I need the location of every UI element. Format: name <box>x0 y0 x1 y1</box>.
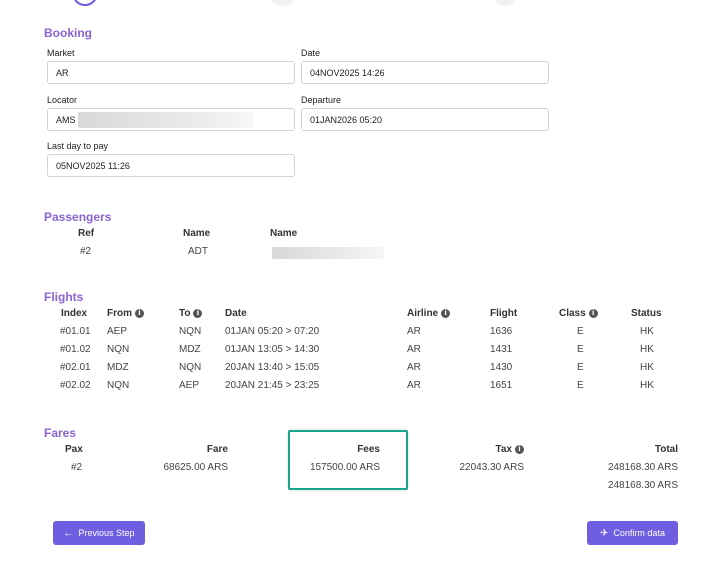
flights-index-header: Index <box>61 308 88 319</box>
info-icon[interactable]: i <box>193 308 203 318</box>
flights-from-header-label: From <box>107 308 132 319</box>
redacted-passenger-name <box>272 247 384 259</box>
flight-date: 20JAN 13:40 > 15:05 <box>225 362 320 373</box>
fare-pax: #2 <box>71 462 83 473</box>
fare-amount: 68625.00 ARS <box>163 462 229 473</box>
flights-date-header: Date <box>225 308 247 319</box>
plane-confirm-icon: ✈ <box>600 527 609 539</box>
fares-title: Fares <box>44 426 77 440</box>
fares-tax-header: Tax i <box>424 444 524 455</box>
info-icon[interactable]: i <box>588 308 598 318</box>
fares-total-header: Total <box>654 444 678 455</box>
flight-airline: AR <box>407 380 421 391</box>
flight-index: #02.01 <box>60 362 91 373</box>
date-field[interactable]: 04NOV2025 14:26 <box>301 61 549 84</box>
locator-value: AMS <box>56 114 76 125</box>
locator-label: Locator <box>47 95 78 105</box>
info-icon[interactable]: i <box>135 308 144 318</box>
confirm-data-button[interactable]: ✈ Confirm data <box>587 521 678 545</box>
flight-class: E <box>577 380 584 391</box>
step-indicator-2 <box>270 0 296 6</box>
step-indicator-3 <box>492 0 518 6</box>
passenger-ref-header: Ref <box>78 228 95 239</box>
flight-to: AEP <box>179 380 200 391</box>
flight-index: #01.01 <box>60 326 91 337</box>
date-label: Date <box>301 48 321 58</box>
tax-amount: 22043.30 ARS <box>459 462 525 473</box>
flights-airline-header: Airline i <box>407 308 451 319</box>
departure-field[interactable]: 01JAN2026 05:20 <box>301 108 549 131</box>
flight-airline: AR <box>407 362 421 373</box>
passenger-type: ADT <box>188 246 208 257</box>
flight-index: #02.02 <box>60 380 91 391</box>
flight-status: HK <box>640 344 654 355</box>
flight-date: 01JAN 05:20 > 07:20 <box>225 326 320 337</box>
fares-fare-header: Fare <box>206 444 228 455</box>
locator-field[interactable]: AMS <box>47 108 295 131</box>
flight-from: NQN <box>107 344 130 355</box>
booking-title: Booking <box>44 26 92 40</box>
previous-step-label: Previous Step <box>78 528 135 538</box>
flight-class: E <box>577 326 584 337</box>
passenger-name-header: Name <box>270 228 298 239</box>
flights-airline-header-label: Airline <box>407 308 439 319</box>
flight-number: 1430 <box>490 362 513 373</box>
flight-airline: AR <box>407 326 421 337</box>
flight-from: MDZ <box>107 362 129 373</box>
market-value: AR <box>56 67 69 78</box>
flight-number: 1651 <box>490 380 513 391</box>
flights-to-header: To i <box>179 308 203 319</box>
passenger-ref: #2 <box>80 246 92 257</box>
info-icon[interactable]: i <box>441 308 451 318</box>
flight-to: NQN <box>179 362 202 373</box>
flight-class: E <box>577 362 584 373</box>
last-day-value: 05NOV2025 11:26 <box>56 160 130 171</box>
flight-number: 1431 <box>490 344 513 355</box>
flights-status-header: Status <box>631 308 662 319</box>
date-value: 04NOV2025 14:26 <box>310 67 385 78</box>
last-day-field[interactable]: 05NOV2025 11:26 <box>47 154 295 177</box>
flights-class-header: Class i <box>559 308 598 319</box>
flights-class-header-label: Class <box>559 308 586 319</box>
passenger-type-header: Name <box>183 228 211 239</box>
flight-date: 20JAN 21:45 > 23:25 <box>225 380 320 391</box>
last-day-label: Last day to pay <box>47 141 109 151</box>
fares-tax-header-label: Tax <box>495 444 513 455</box>
flight-date: 01JAN 13:05 > 14:30 <box>225 344 320 355</box>
flight-status: HK <box>640 380 654 391</box>
flight-status: HK <box>640 326 654 337</box>
flight-index: #01.02 <box>60 344 91 355</box>
previous-step-button[interactable]: ← Previous Step <box>53 521 145 545</box>
fees-highlight-box <box>288 430 408 490</box>
total-amount: 248168.30 ARS <box>607 462 678 473</box>
market-field[interactable]: AR <box>47 61 295 84</box>
flights-title: Flights <box>44 290 84 304</box>
flight-status: HK <box>640 362 654 373</box>
market-label: Market <box>47 48 75 58</box>
fares-pax-header: Pax <box>65 444 83 455</box>
flight-from: NQN <box>107 380 130 391</box>
departure-label: Departure <box>301 95 342 105</box>
flight-class: E <box>577 344 584 355</box>
confirm-data-label: Confirm data <box>613 528 665 538</box>
passengers-title: Passengers <box>44 210 112 224</box>
info-icon[interactable]: i <box>515 444 524 454</box>
grand-total-amount: 248168.30 ARS <box>607 480 678 491</box>
step-indicator-1 <box>72 0 98 6</box>
flights-to-header-label: To <box>179 308 191 319</box>
flights-from-header: From i <box>107 308 144 319</box>
flight-to: NQN <box>179 326 202 337</box>
flight-airline: AR <box>407 344 421 355</box>
arrow-left-icon: ← <box>63 527 74 539</box>
flight-from: AEP <box>107 326 128 337</box>
flight-to: MDZ <box>179 344 201 355</box>
flights-flight-header: Flight <box>490 308 518 319</box>
flight-number: 1636 <box>490 326 513 337</box>
departure-value: 01JAN2026 05:20 <box>310 114 383 125</box>
redacted-locator <box>77 111 253 128</box>
